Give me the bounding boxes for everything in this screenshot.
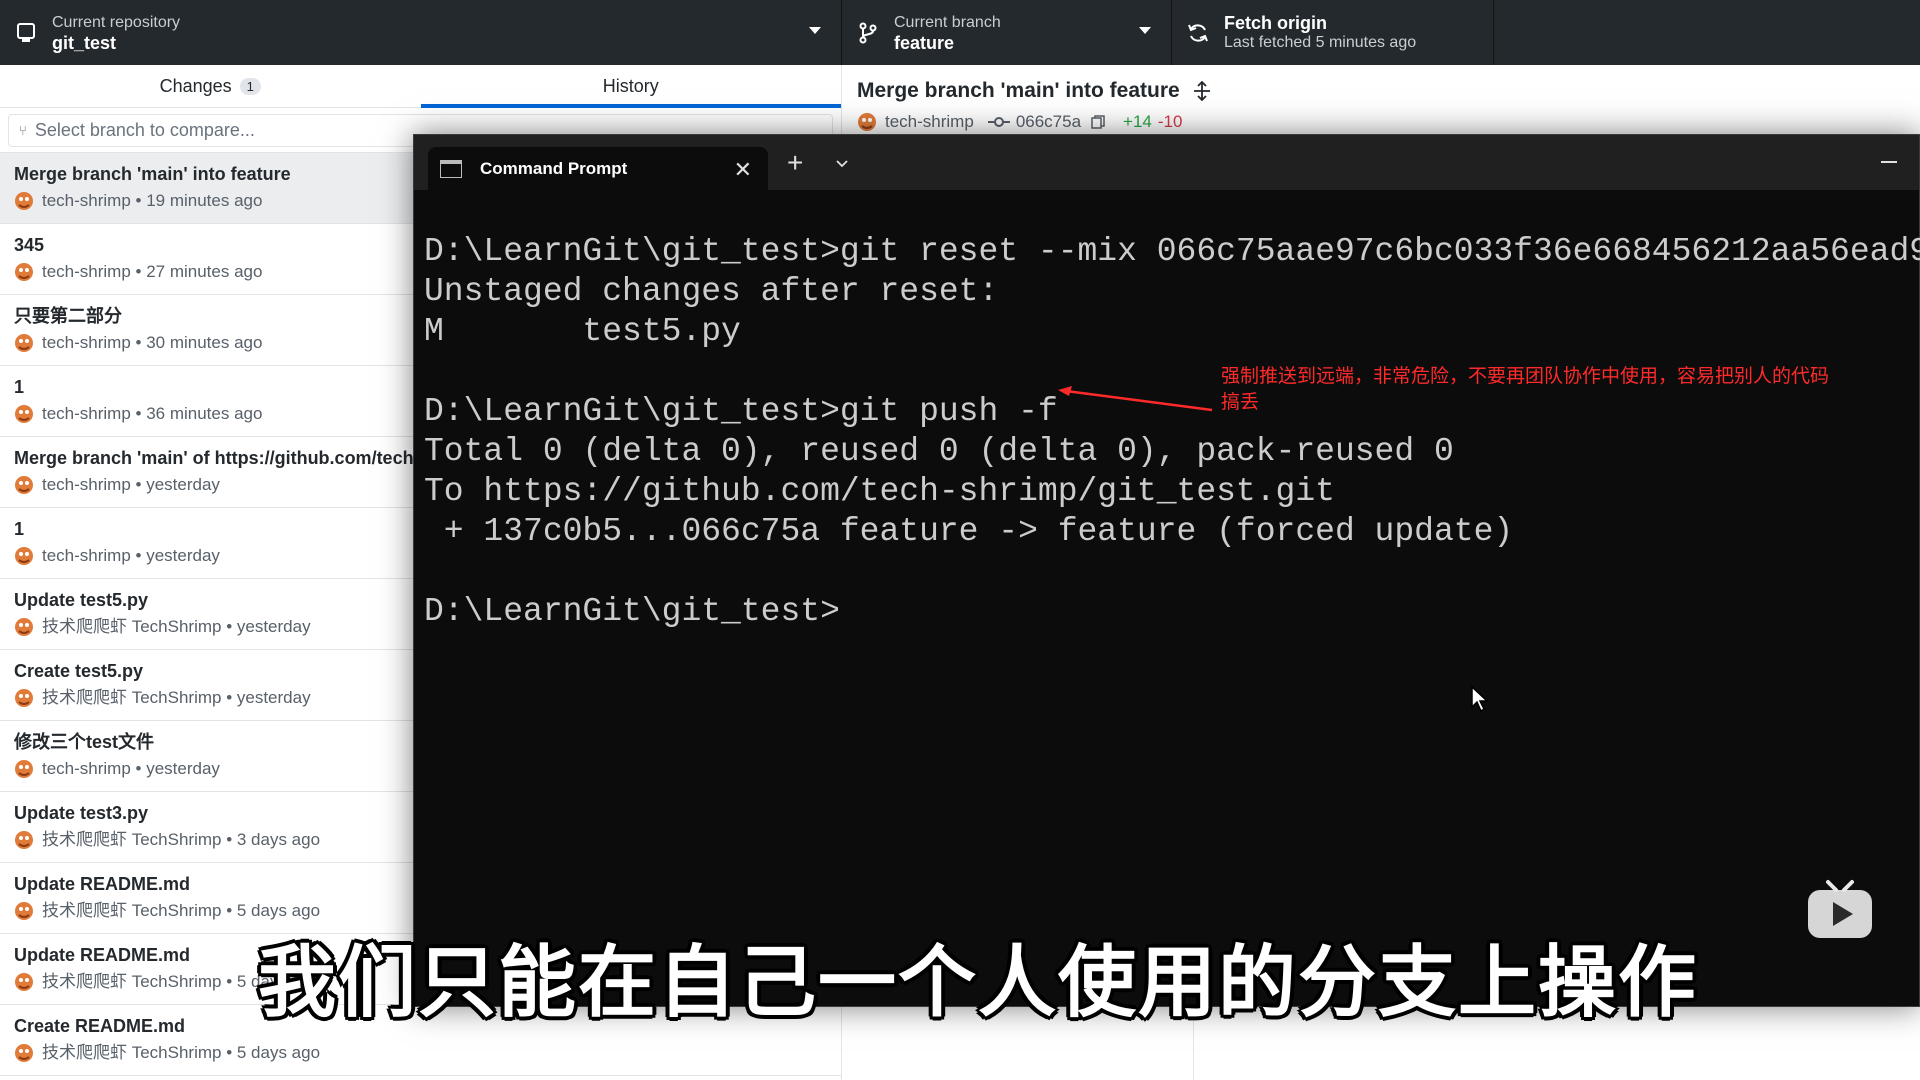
author-avatar [15,831,33,849]
commit-header: Merge branch 'main' into feature tech-sh… [843,65,1920,145]
commit-title: Merge branch 'main' into feature [857,79,1180,102]
history-row-author-time: tech-shrimp • 27 minutes ago [42,262,263,281]
repo-value: git_test [52,32,117,53]
repo-dropdown-caret-icon [809,27,821,34]
tab-history[interactable]: History [420,65,842,108]
history-row-author-time: 技术爬爬虾 TechShrimp • yesterday [42,688,311,707]
deletions-count: -10 [1157,112,1183,131]
terminal-tab-title: Command Prompt [480,158,628,178]
sidebar-tabs: Changes 1 History [0,65,841,108]
changes-count-badge: 1 [239,77,261,95]
author-avatar [15,547,33,565]
history-row-meta: 技术爬爬虾 TechShrimp • 5 days ago [14,1043,827,1063]
minimize-icon[interactable] [1881,161,1897,163]
history-row-author-time: tech-shrimp • 36 minutes ago [42,404,263,423]
terminal-line: D:\LearnGit\git_test>git reset --mix 066… [424,233,1920,270]
new-tab-icon[interactable]: + [787,147,803,179]
terminal-line: Unstaged changes after reset: [424,273,999,310]
fetch-sub: Last fetched 5 minutes ago [1224,33,1417,51]
repo-label: Current repository [52,13,181,31]
commit-icon [987,117,1010,127]
terminal-line: M test5.py [424,313,741,350]
author-avatar [15,618,33,636]
branch-label: Current branch [894,13,1001,31]
terminal-line: D:\LearnGit\git_test> [424,593,840,630]
terminal-output[interactable]: D:\LearnGit\git_test>git reset --mix 066… [424,232,1920,632]
history-row-author-time: 技术爬爬虾 TechShrimp • 3 days ago [42,830,321,849]
terminal-icon [440,159,462,178]
tab-changes-label: Changes [159,75,232,96]
history-row-author-time: 技术爬爬虾 TechShrimp • yesterday [42,617,311,636]
history-row-author-time: tech-shrimp • yesterday [42,475,220,494]
author-avatar [15,263,33,281]
fetch-label: Fetch origin [1224,12,1327,33]
commit-sha: 066c75a [1015,112,1082,131]
commit-author: tech-shrimp [885,112,974,131]
copy-icon[interactable] [1091,115,1105,129]
author-avatar [15,1044,33,1062]
play-video-icon[interactable] [1806,878,1874,940]
expand-icon[interactable] [1192,81,1212,101]
mouse-cursor-icon [1471,685,1489,713]
compare-placeholder: Select branch to compare... [34,120,255,140]
repo-icon [14,21,38,45]
history-row-author-time: 技术爬爬虾 TechShrimp • 5 days ago [42,901,321,920]
author-avatar [15,902,33,920]
tab-history-label: History [602,75,659,96]
terminal-line: Total 0 (delta 0), reused 0 (delta 0), p… [424,433,1454,470]
current-branch-button[interactable]: Current branch feature [842,0,1172,65]
terminal-line: To https://github.com/tech-shrimp/git_te… [424,473,1335,510]
author-avatar [15,192,33,210]
annotation-arrow-icon [1058,386,1213,412]
history-row-author-time: tech-shrimp • yesterday [42,546,220,565]
screen: Current repository git_test Current bran… [0,0,1920,1080]
annotation-line-2: 搞丢 [1221,391,1260,413]
chevron-down-icon[interactable] [835,157,849,171]
command-prompt-window: Command Prompt ✕ + D:\LearnGit\git_test>… [413,134,1920,1007]
author-avatar [15,760,33,778]
history-row-author-time: tech-shrimp • 19 minutes ago [42,191,263,210]
author-avatar [15,973,33,991]
terminal-tab[interactable]: Command Prompt ✕ [428,147,768,190]
history-row-author-time: tech-shrimp • yesterday [42,759,220,778]
branch-icon [856,21,880,45]
branch-dropdown-caret-icon [1139,27,1151,34]
author-avatar [15,334,33,352]
close-tab-icon[interactable]: ✕ [734,157,752,183]
tab-changes[interactable]: Changes 1 [0,65,421,107]
annotation-line-1: 强制推送到远端，非常危险，不要再团队协作中使用，容易把别人的代码 [1221,365,1830,387]
app-toolbar: Current repository git_test Current bran… [0,0,1920,65]
fetch-origin-button[interactable]: Fetch origin Last fetched 5 minutes ago [1172,0,1494,65]
video-subtitle: 我们只能在自己一个人使用的分支上操作 [258,938,1699,1028]
branch-small-icon: ⑂ [19,123,27,138]
current-repository-button[interactable]: Current repository git_test [0,0,842,65]
history-row-author-time: tech-shrimp • 30 minutes ago [42,333,263,352]
terminal-titlebar: Command Prompt ✕ + [414,135,1919,190]
history-row-author-time: 技术爬爬虾 TechShrimp • 5 days ago [42,1043,321,1062]
author-avatar [15,689,33,707]
branch-value: feature [894,32,955,53]
terminal-line: + 137c0b5...066c75a feature -> feature (… [424,513,1514,550]
author-avatar [15,405,33,423]
annotation-note: 强制推送到远端，非常危险，不要再团队协作中使用，容易把别人的代码 搞丢 [1221,363,1861,415]
sync-icon [1186,21,1210,45]
author-avatar [15,476,33,494]
additions-count: +14 [1123,112,1152,131]
author-avatar [858,113,876,131]
